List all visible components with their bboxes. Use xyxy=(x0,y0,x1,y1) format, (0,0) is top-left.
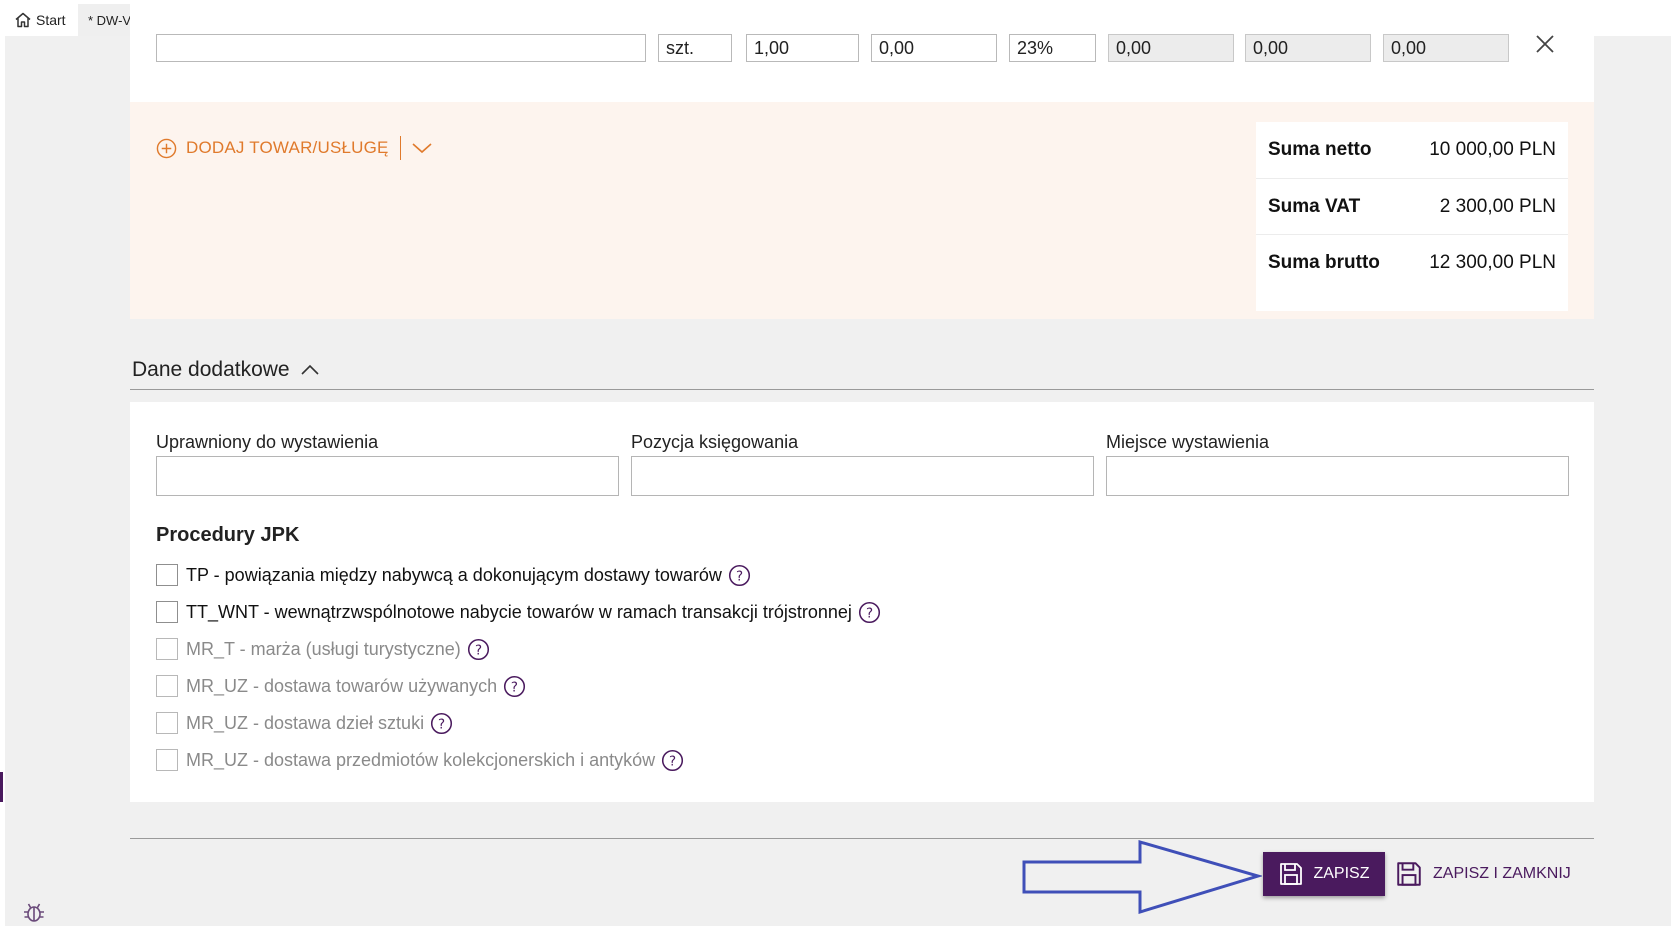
procedure-tt-wnt-label: TT_WNT - wewnątrzwspólnotowe nabycie tow… xyxy=(186,601,852,622)
save-button-label: ZAPISZ xyxy=(1313,865,1370,882)
total-vat-value: 2 300,00 PLN xyxy=(1439,195,1556,217)
item-vat-rate-select[interactable]: 23% xyxy=(1009,34,1096,62)
section-title: Dane dodatkowe xyxy=(132,358,290,381)
procedure-mr-uz-used-goods-label: MR_UZ - dostawa towarów używanych xyxy=(186,675,498,696)
help-icon[interactable]: ? xyxy=(503,675,526,698)
item-name-input[interactable] xyxy=(156,34,646,62)
footer-divider xyxy=(130,838,1594,839)
item-gross-value: 0,00 xyxy=(1383,34,1509,62)
save-and-close-button[interactable]: ZAPISZ I ZAMKNIJ xyxy=(1395,852,1595,896)
total-vat-row: Suma VAT 2 300,00 PLN xyxy=(1256,178,1568,234)
help-icon[interactable]: ? xyxy=(467,638,490,661)
procedure-mr-uz-art-checkbox xyxy=(156,712,178,734)
procedure-mr-t-checkbox xyxy=(156,638,178,660)
add-item-control: DODAJ TOWAR/USŁUGĘ xyxy=(156,136,433,160)
procedure-mr-uz-collectibles-label: MR_UZ - dostawa przedmiotów kolekcjoners… xyxy=(186,749,656,770)
additional-data-card: Uprawniony do wystawienia Pozycja księgo… xyxy=(130,402,1594,802)
tab-start[interactable]: Start xyxy=(10,4,74,36)
tab-start-label: Start xyxy=(36,12,66,28)
home-icon xyxy=(15,12,31,28)
add-circle-icon[interactable] xyxy=(156,138,177,159)
procedure-mr-uz-collectibles: MR_UZ - dostawa przedmiotów kolekcjoners… xyxy=(156,747,684,773)
help-icon[interactable]: ? xyxy=(728,564,751,587)
posting-position-label: Pozycja księgowania xyxy=(631,432,799,452)
svg-text:?: ? xyxy=(736,569,743,584)
procedure-mr-uz-collectibles-checkbox xyxy=(156,749,178,771)
procedure-tp-checkbox[interactable] xyxy=(156,564,178,586)
total-vat-label: Suma VAT xyxy=(1268,195,1361,217)
procedure-tp[interactable]: TP - powiązania między nabywcą a dokonuj… xyxy=(156,562,751,588)
summary-panel: DODAJ TOWAR/USŁUGĘ Suma netto 10 000,00 … xyxy=(130,102,1594,319)
left-rail-indicator xyxy=(0,772,3,802)
total-net-label: Suma netto xyxy=(1268,139,1372,160)
floppy-disk-icon xyxy=(1397,862,1421,886)
procedure-mr-t-label: MR_T - marża (usługi turystyczne) xyxy=(186,638,461,659)
posting-position-input[interactable] xyxy=(631,456,1094,496)
help-icon[interactable]: ? xyxy=(661,749,684,772)
authorized-issuer-label: Uprawniony do wystawienia xyxy=(156,432,379,452)
save-button[interactable]: ZAPISZ xyxy=(1263,852,1385,896)
section-divider xyxy=(130,389,1594,390)
procedure-mr-uz-art-label: MR_UZ - dostawa dzieł sztuki xyxy=(186,712,425,733)
chevron-up-icon xyxy=(301,364,319,375)
svg-text:?: ? xyxy=(511,680,518,695)
procedure-tt-wnt[interactable]: TT_WNT - wewnątrzwspólnotowe nabycie tow… xyxy=(156,599,881,625)
svg-text:?: ? xyxy=(438,717,445,732)
procedure-mr-uz-used-goods-checkbox xyxy=(156,675,178,697)
total-net-value: 10 000,00 PLN xyxy=(1429,139,1556,160)
procedure-mr-t: MR_T - marża (usługi turystyczne) ? xyxy=(156,636,490,662)
issue-place-input[interactable] xyxy=(1106,456,1569,496)
item-vat-value: 0,00 xyxy=(1245,34,1371,62)
svg-text:?: ? xyxy=(866,606,873,621)
total-gross-value: 12 300,00 PLN xyxy=(1429,251,1556,273)
jpk-procedures-title: Procedury JPK xyxy=(156,524,300,546)
item-net-value: 0,00 xyxy=(1108,34,1234,62)
issue-place-label: Miejsce wystawienia xyxy=(1106,432,1270,452)
item-unit-select[interactable]: szt. xyxy=(658,34,732,62)
item-quantity-input[interactable]: 1,00 xyxy=(746,34,859,62)
floppy-disk-icon xyxy=(1280,863,1303,885)
svg-text:?: ? xyxy=(475,643,482,658)
chevron-down-icon[interactable] xyxy=(411,141,433,155)
procedure-mr-uz-art: MR_UZ - dostawa dzieł sztuki ? xyxy=(156,710,453,736)
invoice-items-card: szt. 1,00 0,00 23% 0,00 0,00 0,00 xyxy=(130,0,1594,102)
section-toggle-additional-data[interactable]: Dane dodatkowe xyxy=(132,358,320,382)
totals-box: Suma netto 10 000,00 PLN Suma VAT 2 300,… xyxy=(1256,122,1568,311)
save-and-close-button-label: ZAPISZ I ZAMKNIJ xyxy=(1433,865,1571,882)
total-gross-label: Suma brutto xyxy=(1268,251,1380,273)
authorized-issuer-input[interactable] xyxy=(156,456,619,496)
add-item-divider xyxy=(399,136,401,160)
help-icon[interactable]: ? xyxy=(858,601,881,624)
total-net-row: Suma netto 10 000,00 PLN xyxy=(1256,122,1568,178)
svg-text:?: ? xyxy=(669,754,676,769)
item-price-input[interactable]: 0,00 xyxy=(871,34,997,62)
remove-item-icon[interactable] xyxy=(1533,32,1557,56)
procedure-tt-wnt-checkbox[interactable] xyxy=(156,601,178,623)
help-icon[interactable]: ? xyxy=(430,712,453,735)
add-item-button[interactable]: DODAJ TOWAR/USŁUGĘ xyxy=(186,138,389,158)
procedure-mr-uz-used-goods: MR_UZ - dostawa towarów używanych ? xyxy=(156,673,526,699)
total-gross-row: Suma brutto 12 300,00 PLN xyxy=(1256,234,1568,290)
bug-icon[interactable] xyxy=(22,900,46,924)
procedure-tp-label: TP - powiązania między nabywcą a dokonuj… xyxy=(186,564,722,585)
annotation-arrow xyxy=(1022,840,1262,915)
